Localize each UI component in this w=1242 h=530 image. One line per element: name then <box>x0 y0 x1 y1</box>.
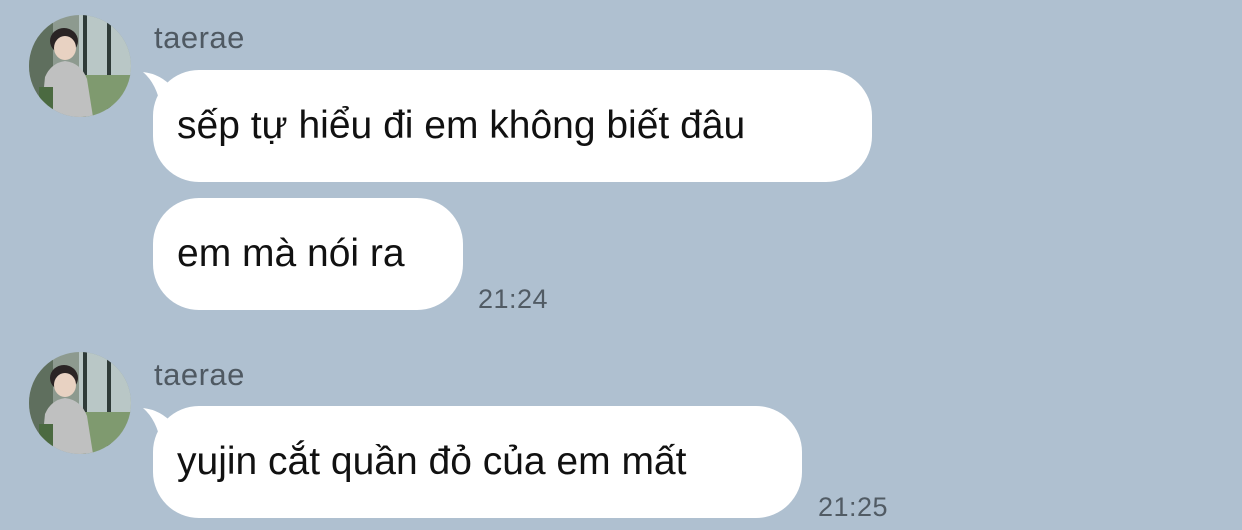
profile-photo-icon <box>29 352 131 454</box>
sender-name: taerae <box>154 20 245 55</box>
message-text: em mà nói ra <box>177 232 405 275</box>
message-text: yujin cắt quần đỏ của em mất <box>177 440 687 483</box>
avatar[interactable] <box>29 352 131 454</box>
message-text: sếp tự hiểu đi em không biết đâu <box>177 104 746 147</box>
profile-photo-icon <box>29 15 131 117</box>
message-bubble[interactable]: em mà nói ra <box>153 198 463 310</box>
avatar[interactable] <box>29 15 131 117</box>
message-bubble[interactable]: sếp tự hiểu đi em không biết đâu <box>153 70 872 182</box>
message-time: 21:25 <box>818 492 889 522</box>
message-time: 21:24 <box>478 284 549 314</box>
message-bubble[interactable]: yujin cắt quần đỏ của em mất <box>153 406 802 518</box>
sender-name: taerae <box>154 357 245 392</box>
